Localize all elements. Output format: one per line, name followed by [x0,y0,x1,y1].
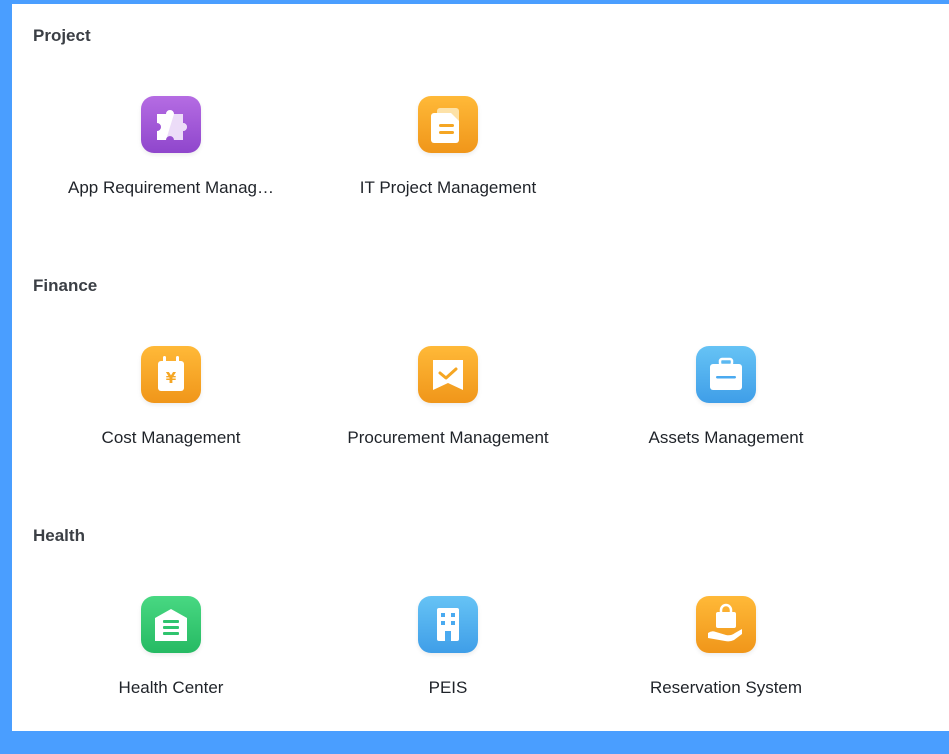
app-launcher-panel: Project App Requirement Manag… IT Projec… [12,4,949,731]
app-label: PEIS [428,678,468,697]
document-icon [418,96,478,153]
section-health: Health Health Center PEIS Reservation Sy… [12,504,949,754]
svg-text:¥: ¥ [166,369,177,387]
section-title: Finance [33,276,98,295]
app-it-project-management[interactable]: IT Project Management [323,96,573,206]
app-label: IT Project Management [359,178,537,197]
building-list-icon [141,596,201,653]
office-building-icon [418,596,478,653]
app-reservation-system[interactable]: Reservation System [601,596,851,706]
section-title: Project [33,26,91,45]
app-requirement-management[interactable]: App Requirement Manag… [46,96,296,206]
hand-bag-icon [696,596,756,653]
checked-envelope-icon [418,346,478,403]
app-label: Cost Management [101,428,241,447]
puzzle-icon [141,96,201,153]
section-title: Health [33,526,85,545]
app-assets-management[interactable]: Assets Management [601,346,851,456]
section-finance: Finance ¥ Cost Management Procurement Ma… [12,254,949,504]
section-project: Project App Requirement Manag… IT Projec… [12,4,949,254]
app-label: Assets Management [648,428,804,447]
yen-bag-icon: ¥ [141,346,201,403]
app-peis[interactable]: PEIS [323,596,573,706]
app-health-center[interactable]: Health Center [46,596,296,706]
app-label: Health Center [118,678,224,697]
app-procurement-management[interactable]: Procurement Management [323,346,573,456]
app-label: App Requirement Manag… [67,178,274,197]
app-cost-management[interactable]: ¥ Cost Management [46,346,296,456]
app-label: Reservation System [649,678,803,697]
app-label: Procurement Management [347,428,549,447]
briefcase-icon [696,346,756,403]
